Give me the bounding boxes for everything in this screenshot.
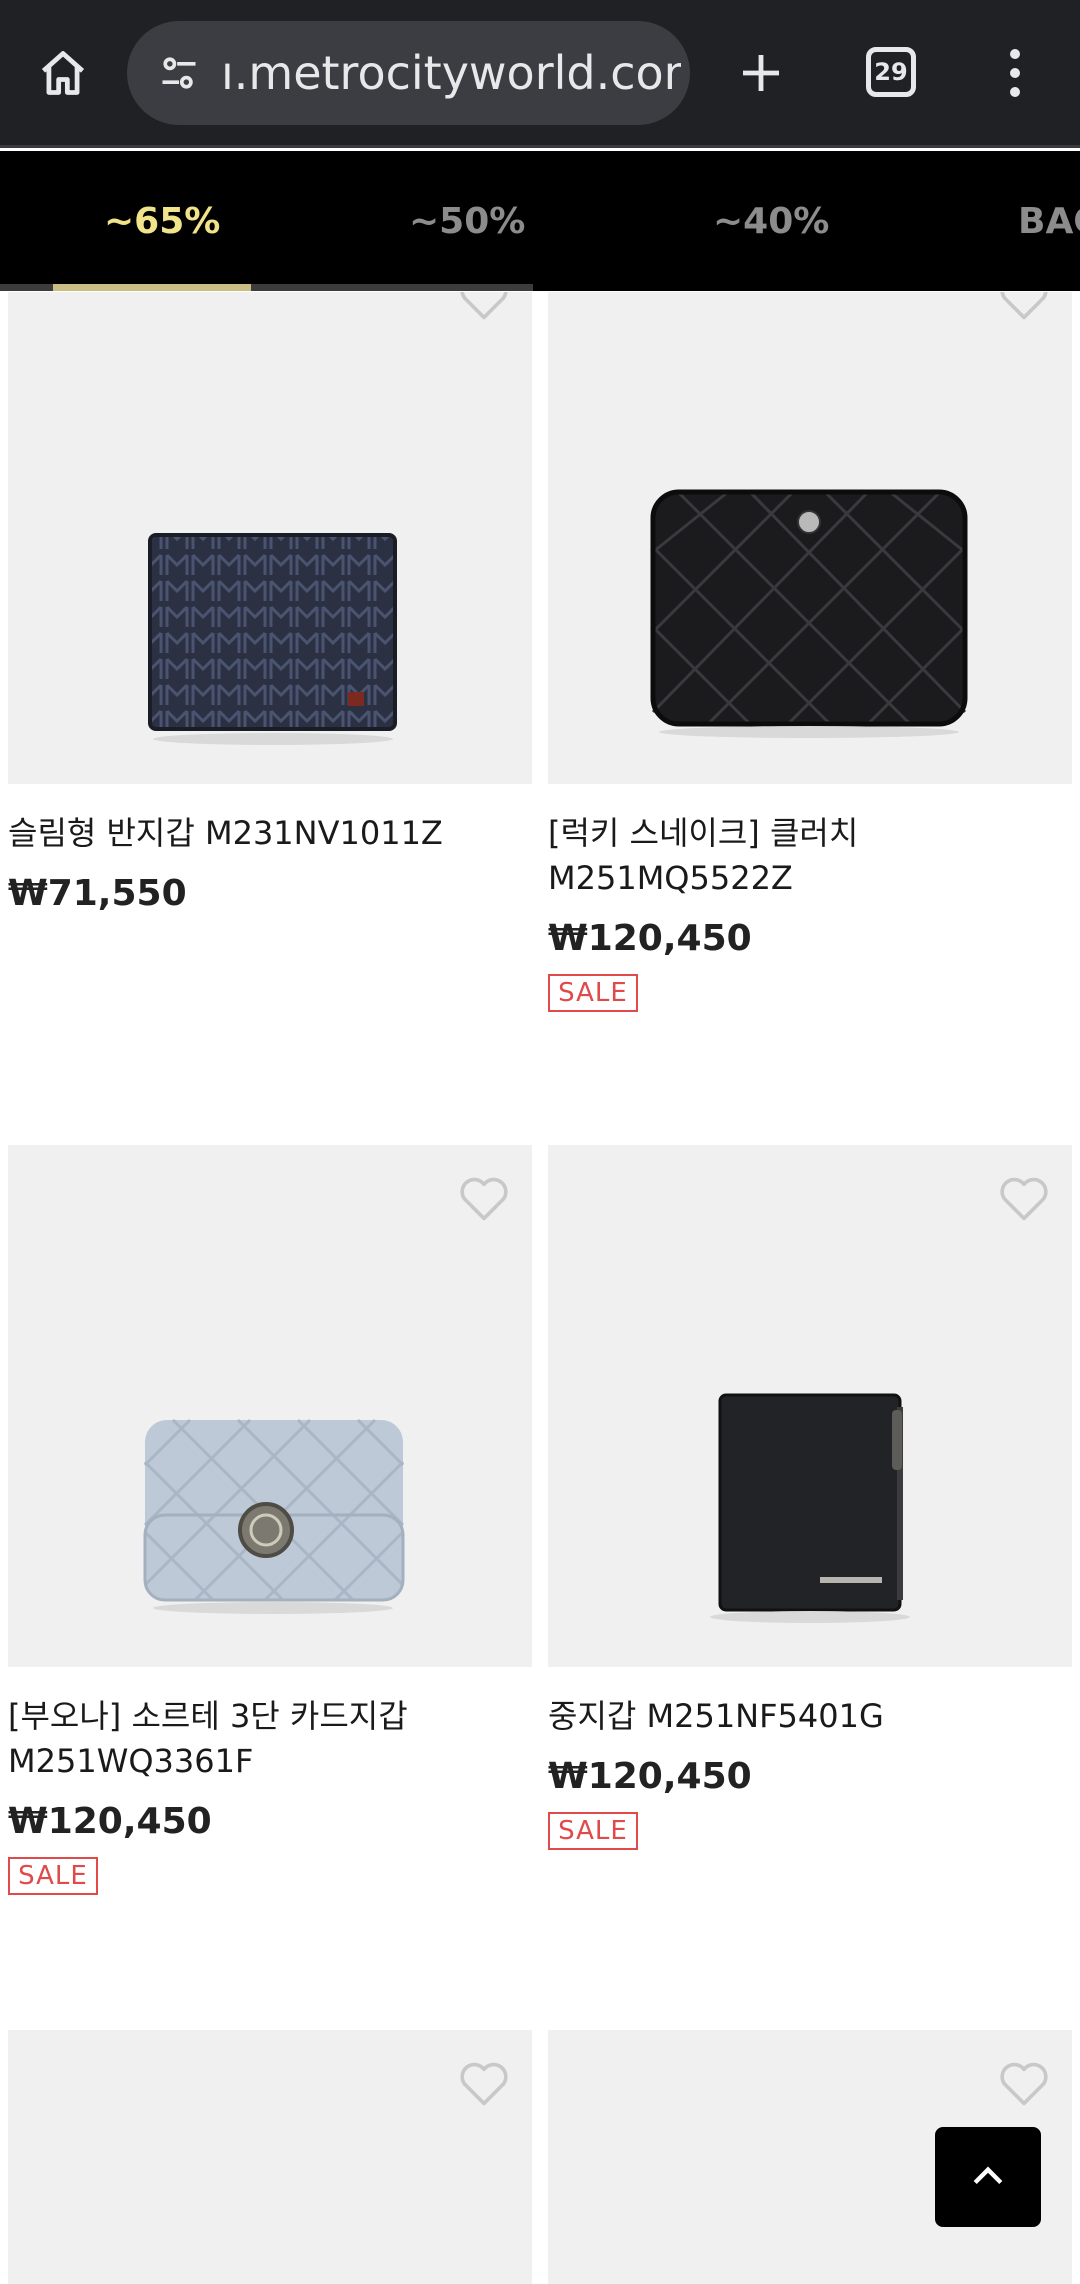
product-price: ₩120,450 xyxy=(548,918,752,959)
address-bar[interactable]: ı.metrocityworld.com xyxy=(127,21,690,125)
product-price: ₩71,550 xyxy=(8,873,187,914)
browser-toolbar: ı.metrocityworld.com 29 xyxy=(0,0,1080,148)
sale-badge: SALE xyxy=(548,1812,638,1850)
product-name[interactable]: [럭키 스네이크] 클러치 M251MQ5522Z xyxy=(548,811,1068,901)
more-menu-icon[interactable] xyxy=(990,40,1040,106)
product-name[interactable]: 중지갑 M251NF5401G xyxy=(548,1694,1068,1739)
wishlist-heart-icon[interactable] xyxy=(456,2058,512,2108)
tab-40[interactable]: ~40% xyxy=(713,151,829,291)
product-price: ₩120,450 xyxy=(8,1801,212,1842)
product-image-clutch[interactable] xyxy=(548,292,1072,784)
product-image-mid-wallet[interactable] xyxy=(548,1145,1072,1667)
url-text[interactable]: ı.metrocityworld.com xyxy=(221,46,681,100)
wishlist-heart-icon[interactable] xyxy=(456,1173,512,1223)
tab-bag[interactable]: BAG xyxy=(1018,151,1080,291)
tab-switcher-button[interactable]: 29 xyxy=(866,47,916,97)
discount-tab-bar: ~65% ~50% ~40% BAG xyxy=(0,151,1080,291)
product-name[interactable]: [부오나] 소르테 3단 카드지갑 M251WQ3361F xyxy=(8,1694,528,1784)
wishlist-heart-icon[interactable] xyxy=(996,1173,1052,1223)
wishlist-heart-icon[interactable] xyxy=(456,292,512,322)
tab-65[interactable]: ~65% xyxy=(104,151,220,291)
product-price: ₩120,450 xyxy=(548,1756,752,1797)
tab-50[interactable]: ~50% xyxy=(409,151,525,291)
product-name[interactable]: 슬림형 반지갑 M231NV1011Z xyxy=(8,811,528,856)
wishlist-heart-icon[interactable] xyxy=(996,292,1052,322)
sale-badge: SALE xyxy=(8,1857,98,1895)
sale-badge: SALE xyxy=(548,974,638,1012)
new-tab-icon[interactable] xyxy=(728,40,794,106)
home-icon[interactable] xyxy=(30,40,96,106)
wishlist-heart-icon[interactable] xyxy=(996,2058,1052,2108)
product-image-card-wallet[interactable] xyxy=(8,1145,532,1667)
chevron-up-icon xyxy=(973,2166,1003,2185)
product-image-placeholder[interactable] xyxy=(8,2030,532,2284)
active-tab-indicator xyxy=(53,284,251,291)
site-settings-icon[interactable] xyxy=(149,43,209,103)
product-image-slim-wallet[interactable] xyxy=(8,292,532,784)
scroll-to-top-button[interactable] xyxy=(935,2127,1041,2227)
